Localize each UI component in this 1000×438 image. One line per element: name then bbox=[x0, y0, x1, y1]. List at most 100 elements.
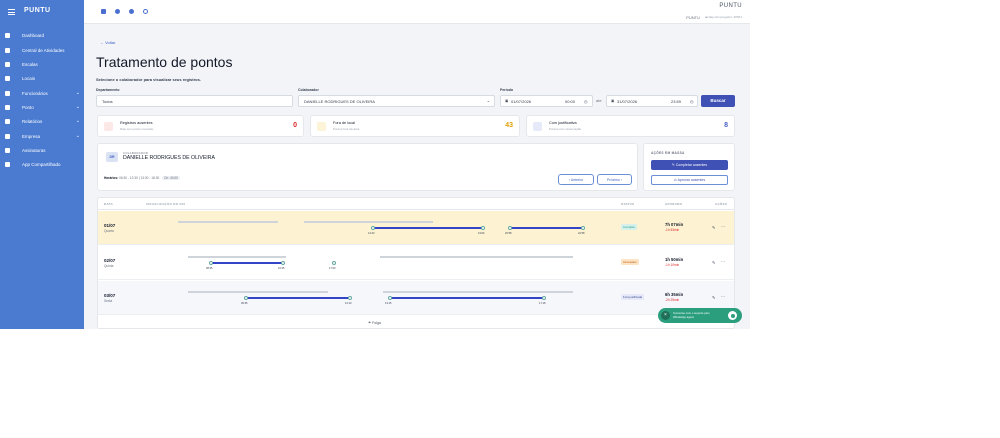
page-title: Tratamento de pontos bbox=[96, 54, 233, 70]
punch-marker[interactable] bbox=[244, 296, 248, 300]
table-header: DATA VISUALIZAÇÃO DO DIA STATUS APURADO … bbox=[98, 198, 734, 210]
more-icon[interactable]: ⋯ bbox=[721, 294, 725, 299]
previous-button[interactable]: ‹ Anterior bbox=[558, 174, 594, 185]
collaborator-value: DANIELLE RODRIGUES DE OLIVEIRA bbox=[304, 99, 375, 104]
computed-total: 7h 07min bbox=[665, 222, 684, 227]
sidebar-item[interactable]: Dashboard bbox=[0, 30, 84, 42]
punch-time-label: 13:15 bbox=[385, 302, 392, 305]
start-date-field[interactable]: ▣ 01/07/2026 00:00 ◷ bbox=[500, 95, 593, 107]
status-badge: Incompleto bbox=[621, 259, 639, 265]
punch-marker[interactable] bbox=[542, 296, 546, 300]
schedule-chip: Ch: 40:00 bbox=[162, 176, 180, 180]
worked-interval-bar bbox=[246, 297, 350, 299]
sidebar-item-label: App Compartilhado bbox=[22, 162, 61, 167]
edit-icon[interactable]: ✎ bbox=[712, 225, 715, 230]
worked-interval-bar bbox=[510, 227, 583, 229]
table-row[interactable]: 02/07 Quinta 08:35 10:25 17:03 Incompleto 1h 5… bbox=[98, 246, 734, 280]
punch-marker[interactable] bbox=[508, 226, 512, 230]
department-select[interactable]: Todos bbox=[96, 95, 293, 107]
punch-marker[interactable] bbox=[388, 296, 392, 300]
punch-marker[interactable] bbox=[348, 296, 352, 300]
sidebar-item[interactable]: Escalas bbox=[0, 59, 84, 71]
complete-missing-button[interactable]: ✎ Completar ausentes bbox=[651, 160, 728, 170]
punch-marker[interactable] bbox=[481, 226, 485, 230]
sidebar-item[interactable]: Central de Atividades bbox=[0, 45, 84, 57]
whatsapp-icon[interactable] bbox=[143, 9, 148, 14]
chat-icon[interactable] bbox=[101, 9, 106, 14]
approve-missing-button[interactable]: ⊙ Aprovar ausentes bbox=[651, 175, 728, 185]
menu-icon[interactable] bbox=[8, 9, 15, 15]
summary-card-subtitle: Dias sem ponto marcado bbox=[120, 127, 154, 131]
sidebar-item[interactable]: Assinaturas bbox=[0, 145, 84, 157]
briefcase-icon bbox=[5, 48, 10, 53]
header-status: STATUS bbox=[621, 202, 635, 206]
whatsapp-icon[interactable] bbox=[728, 311, 737, 320]
whatsapp-support-text: Converse com o suporte pelo WhatsApp ago… bbox=[673, 311, 710, 319]
collaborator-select[interactable]: DANIELLE RODRIGUES DE OLIVEIRA ⌄ bbox=[298, 95, 495, 107]
punch-marker[interactable] bbox=[281, 261, 285, 265]
close-icon[interactable]: × bbox=[661, 311, 670, 320]
summary-card[interactable]: Registros ausentes Dias sem ponto marcado… bbox=[97, 115, 304, 137]
company-selector[interactable]: PUNTU bbox=[686, 15, 700, 20]
table-row[interactable]: 03/07 Sexta 06:35 12:10 13:15 17:18 Fora justi… bbox=[98, 281, 734, 315]
sidebar-item[interactable]: App Compartilhado bbox=[0, 159, 84, 171]
start-date-value: 01/07/2026 bbox=[511, 99, 532, 104]
sidebar-item[interactable]: Relatórios ⌄ bbox=[0, 116, 84, 128]
punch-marker[interactable] bbox=[371, 226, 375, 230]
back-link[interactable]: ← Voltar bbox=[100, 40, 115, 45]
sidebar-item-label: Escalas bbox=[22, 62, 38, 67]
punch-time-label: 17:03 bbox=[329, 267, 336, 270]
more-icon[interactable]: ⋯ bbox=[721, 224, 725, 229]
expected-shift-bar bbox=[178, 221, 278, 223]
table-row[interactable]: 04/07Sábado bbox=[98, 316, 734, 328]
day-off-label: Folga bbox=[372, 321, 381, 325]
app-window: PUNTU Dashboard Central de Atividades Esca… bbox=[0, 0, 750, 329]
sidebar-item[interactable]: Ponto ⌄ bbox=[0, 102, 84, 114]
edit-icon[interactable]: ✎ bbox=[712, 295, 715, 300]
table-row[interactable]: 01/07 Quarta 13:43 19:06 20:58 22:58 Completo 7… bbox=[98, 211, 734, 245]
sidebar-item-label: Central de Atividades bbox=[22, 48, 65, 53]
users-icon bbox=[5, 91, 10, 96]
punch-marker[interactable] bbox=[332, 261, 336, 265]
chevron-down-icon: ⌄ bbox=[75, 104, 80, 110]
records-table: DATA VISUALIZAÇÃO DO DIA STATUS APURADO … bbox=[97, 197, 735, 329]
summary-card[interactable]: Com justificativa Pontos com observação 8 bbox=[526, 115, 735, 137]
sidebar-item[interactable]: Locais bbox=[0, 73, 84, 85]
clock-icon: ◷ bbox=[690, 99, 694, 104]
help-icon[interactable] bbox=[129, 9, 134, 14]
day-off-note: ☂ Folga bbox=[368, 321, 381, 325]
bell-icon[interactable] bbox=[115, 9, 120, 14]
sidebar-item-label: Ponto bbox=[22, 105, 34, 110]
expected-shift-bar bbox=[383, 291, 573, 293]
complete-missing-label: Completar ausentes bbox=[675, 163, 708, 167]
schedule-hours: 06:30 - 12:30 | 13:30 - 18:30 bbox=[119, 176, 160, 180]
phone-icon bbox=[5, 162, 10, 167]
summary-card[interactable]: Fora de local Pontos fora da área 43 bbox=[310, 115, 520, 137]
status-badge: Completo bbox=[621, 224, 637, 230]
sidebar-item[interactable]: Empresa ⌄ bbox=[0, 131, 84, 143]
row-weekday: Quarta bbox=[104, 229, 114, 233]
next-button[interactable]: Próximo › bbox=[597, 174, 632, 185]
summary-card-subtitle: Pontos fora da área bbox=[333, 127, 360, 131]
punch-marker[interactable] bbox=[209, 261, 213, 265]
whatsapp-support-pill[interactable]: × Converse com o suporte pelo WhatsApp a… bbox=[658, 308, 742, 323]
schedule-label: Horários: bbox=[104, 176, 119, 180]
schedule-info: Horários: 06:30 - 12:30 | 13:30 - 18:30 … bbox=[104, 176, 180, 180]
page-subtitle: Selecione o colaborador para visualizar … bbox=[96, 77, 201, 82]
edit-icon[interactable]: ✎ bbox=[712, 260, 715, 265]
chevron-down-icon: ⌄ bbox=[75, 90, 80, 96]
punch-marker[interactable] bbox=[581, 226, 585, 230]
pin-icon bbox=[5, 76, 10, 81]
bulk-actions-panel: AÇÕES EM MASSA ✎ Completar ausentes ⊙ Ap… bbox=[643, 143, 735, 191]
computed-difference: -2h 25min bbox=[665, 298, 680, 302]
sidebar-item-label: Dashboard bbox=[22, 33, 45, 38]
approve-missing-label: Aprovar ausentes bbox=[677, 178, 706, 182]
punch-time-label: 12:10 bbox=[345, 302, 352, 305]
header-actions: AÇÕES bbox=[715, 202, 728, 206]
sidebar-item[interactable]: Funcionários ⌄ bbox=[0, 88, 84, 100]
punch-time-label: 17:18 bbox=[539, 302, 546, 305]
collaborator-panel: DR COLABORADOR DANIELLE RODRIGUES DE OLI… bbox=[97, 143, 638, 191]
search-button[interactable]: Buscar bbox=[701, 95, 735, 107]
end-date-field[interactable]: ▣ 31/07/2026 23:59 ◷ bbox=[606, 95, 698, 107]
more-icon[interactable]: ⋯ bbox=[721, 259, 725, 264]
